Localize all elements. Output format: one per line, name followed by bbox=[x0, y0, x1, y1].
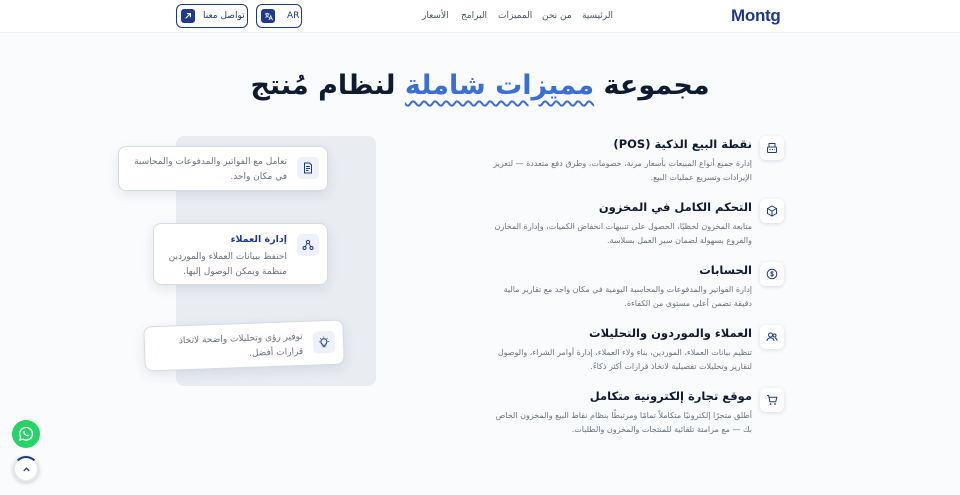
whatsapp-button[interactable] bbox=[12, 420, 40, 448]
card-text: تعامل مع الفواتير والمدفوعات والمحاسبة ف… bbox=[134, 157, 287, 182]
contact-label: تواصل معنا bbox=[203, 11, 245, 21]
box-icon bbox=[760, 199, 784, 223]
card-text: توفير رؤى وتحليلات واضحة لاتخاذ قرارات أ… bbox=[178, 331, 304, 359]
feature-title: الحسابات bbox=[699, 263, 752, 277]
invoice-icon bbox=[297, 157, 319, 179]
title-highlight: مميزات شاملة bbox=[404, 70, 595, 101]
feature-desc: تنظيم بيانات العملاء، الموردين، بناء ولا… bbox=[497, 348, 752, 371]
cart-icon bbox=[760, 388, 784, 412]
feature-desc: إدارة جميع أنواع المبيعات بأسعار مرنة، خ… bbox=[493, 159, 752, 182]
customer-management-card: إدارة العملاء احتفظ ببيانات العملاء والم… bbox=[153, 223, 328, 285]
feature-title: نقطة البيع الذكية (POS) bbox=[613, 137, 752, 151]
feature-title: العملاء والموردون والتحليلات bbox=[589, 326, 752, 340]
logo-text: Montg bbox=[731, 6, 781, 25]
card-title: إدارة العملاء bbox=[230, 234, 287, 245]
translate-icon bbox=[261, 9, 275, 23]
feature-desc: متابعة المخزون لحظيًا، الحصول على تنبيها… bbox=[494, 222, 752, 245]
nav-pricing[interactable]: الأسعار bbox=[422, 11, 449, 21]
title-part2: لنظام مُنتج bbox=[250, 70, 396, 101]
feature-desc: أطلق متجرًا إلكترونيًا متكاملاً تمامًا و… bbox=[495, 411, 752, 434]
feature-desc: إدارة الفواتير والمدفوعات والمحاسبة اليو… bbox=[503, 285, 752, 308]
feature-title: موقع تجارة إلكترونية متكامل bbox=[589, 389, 752, 403]
card-text: احتفظ ببيانات العملاء والموردين منظمة وي… bbox=[168, 252, 287, 277]
feature-title: التحكم الكامل في المخزون bbox=[598, 200, 752, 214]
top-navbar: Montg الرئيسية من نحن المميزات البرامج ا… bbox=[0, 0, 960, 33]
title-part1: مجموعة bbox=[603, 70, 710, 101]
contact-us-button[interactable]: تواصل معنا bbox=[176, 4, 248, 28]
arrow-up-right-icon bbox=[181, 9, 195, 23]
nav-features[interactable]: المميزات bbox=[498, 11, 532, 21]
lightbulb-icon bbox=[312, 330, 336, 354]
insights-card: توفير رؤى وتحليلات واضحة لاتخاذ قرارات أ… bbox=[143, 319, 345, 372]
nav-programs[interactable]: البرامج bbox=[461, 11, 487, 21]
whatsapp-icon bbox=[18, 426, 34, 441]
language-label: AR bbox=[287, 11, 300, 21]
nav-home[interactable]: الرئيسية bbox=[582, 11, 613, 21]
network-users-icon bbox=[297, 234, 319, 256]
section-title: مجموعة مميزات شاملة لنظام مُنتج bbox=[0, 70, 960, 101]
invoices-card: تعامل مع الفواتير والمدفوعات والمحاسبة ف… bbox=[118, 146, 328, 191]
scroll-to-top-button[interactable] bbox=[13, 456, 39, 482]
dollar-icon bbox=[760, 262, 784, 286]
users-icon bbox=[760, 325, 784, 349]
pos-icon bbox=[760, 136, 784, 160]
nav-about[interactable]: من نحن bbox=[542, 11, 572, 21]
language-button[interactable]: AR bbox=[256, 4, 302, 28]
chevron-up-icon bbox=[22, 466, 30, 471]
brand-logo[interactable]: Montg bbox=[731, 6, 781, 26]
